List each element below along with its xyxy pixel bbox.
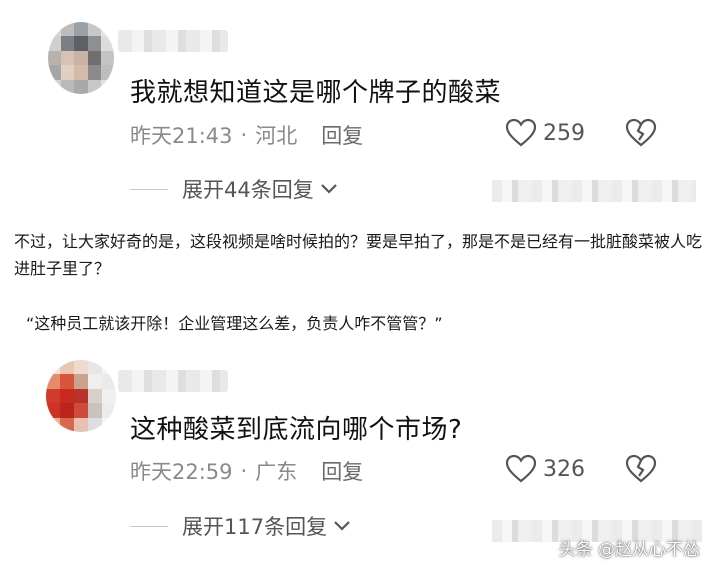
like-button[interactable]: 326 bbox=[505, 454, 585, 484]
like-button[interactable]: 259 bbox=[505, 118, 585, 148]
comment-text: 我就想知道这是哪个牌子的酸菜 bbox=[130, 78, 502, 108]
comment-text: 这种酸菜到底流向哪个市场? bbox=[130, 415, 463, 445]
expand-replies-button[interactable]: 展开117条回复 bbox=[130, 511, 351, 541]
meta-separator: · bbox=[240, 459, 248, 483]
comment-time: 昨天21:43 bbox=[130, 124, 233, 148]
chevron-down-icon bbox=[320, 184, 337, 194]
comment-meta: 昨天22:59 · 广东 回复 bbox=[130, 456, 363, 486]
watermark: 头条 @赵从心不怂 bbox=[558, 540, 700, 560]
comment-meta: 昨天21:43 · 河北 回复 bbox=[130, 120, 363, 150]
chevron-down-icon bbox=[334, 521, 350, 531]
screenshot-page: 我就想知道这是哪个牌子的酸菜 昨天21:43 · 河北 回复 259 展开44条… bbox=[0, 0, 714, 573]
article-paragraph: 不过，让大家好奇的是，这段视频是啥时候拍的？要是早拍了，那是不是已经有一批脏酸菜… bbox=[14, 232, 703, 278]
avatar[interactable] bbox=[48, 22, 114, 94]
like-count: 259 bbox=[543, 120, 585, 146]
broken-heart-icon[interactable] bbox=[625, 118, 657, 148]
broken-heart-icon[interactable] bbox=[625, 454, 657, 484]
expand-replies-label: 展开117条回复 bbox=[182, 515, 328, 539]
blurred-username bbox=[118, 370, 228, 392]
avatar[interactable] bbox=[46, 360, 116, 432]
heart-outline-icon bbox=[505, 454, 537, 483]
article-quote: “这种员工就该开除！企业管理这么差，负责人咋不管管？” bbox=[26, 314, 443, 333]
heart-outline-icon bbox=[505, 118, 537, 147]
expand-replies-label: 展开44条回复 bbox=[182, 178, 314, 202]
like-count: 326 bbox=[543, 456, 585, 482]
divider-line bbox=[130, 525, 168, 527]
reply-button[interactable]: 回复 bbox=[321, 120, 363, 150]
reply-button[interactable]: 回复 bbox=[321, 456, 363, 486]
meta-separator: · bbox=[240, 123, 248, 147]
expand-replies-button[interactable]: 展开44条回复 bbox=[130, 174, 338, 204]
comment-time: 昨天22:59 bbox=[130, 460, 233, 484]
comment-location: 广东 bbox=[255, 460, 298, 484]
comment-location: 河北 bbox=[255, 124, 298, 148]
blurred-username bbox=[118, 30, 228, 52]
divider-line bbox=[130, 188, 168, 190]
blurred-region bbox=[492, 180, 696, 202]
